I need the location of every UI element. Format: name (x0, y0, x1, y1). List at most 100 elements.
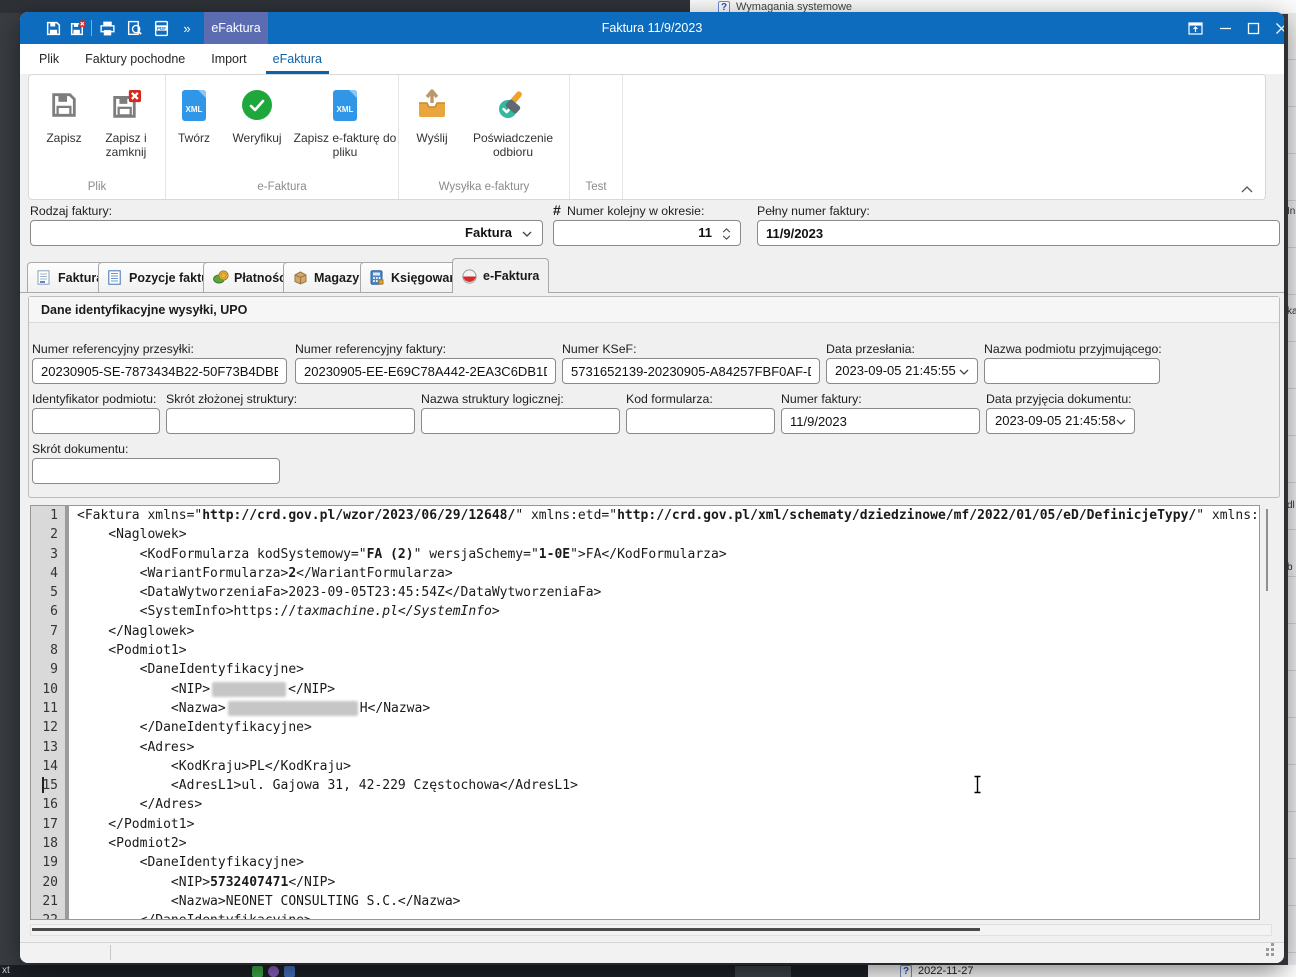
spin-down-icon (722, 235, 731, 240)
upo-panel-header: Dane identyfikacyjne wysyłki, UPO (29, 297, 1279, 323)
vertical-scrollbar-thumb[interactable] (1266, 509, 1268, 591)
zapisz-i-zamknij-button[interactable]: Zapisz i zamknij (93, 85, 159, 159)
numer-ksef-input[interactable] (562, 358, 820, 384)
tab-strip-rule (20, 292, 1284, 293)
code-text[interactable]: </DaneIdentyfikacyjne> (69, 911, 1259, 920)
zapisz-efakture-do-pliku-button[interactable]: XML Zapisz e-fakturę do pliku (293, 85, 397, 159)
chevron-double-icon: » (183, 21, 190, 36)
code-text[interactable]: <Nazwa>H</Nazwa> (69, 699, 1259, 718)
zapisz-button[interactable]: Zapisz (35, 85, 93, 145)
rodzaj-faktury-combobox[interactable]: Faktura (30, 220, 543, 246)
check-circle-icon (240, 87, 274, 123)
code-text[interactable]: <AdresL1>ul. Gajowa 31, 42-229 Częstocho… (69, 776, 1259, 795)
print-preview-button[interactable] (123, 16, 145, 40)
code-text[interactable]: <Podmiot1> (69, 641, 1259, 660)
data-przeslania-label: Data przesłania: (826, 342, 915, 356)
data-przyjecia-label: Data przyjęcia dokumentu: (986, 392, 1132, 406)
code-line: 8 <Podmiot1> (31, 641, 1259, 660)
line-number: 19 (31, 853, 69, 872)
line-number: 18 (31, 834, 69, 853)
code-text[interactable]: <KodFormularza kodSystemowy="FA (2)" wer… (69, 545, 1259, 564)
background-date: 2022-11-27 (918, 965, 973, 977)
code-text[interactable]: <Nazwa>NEONET CONSULTING S.C.</Nazwa> (69, 892, 1259, 911)
code-text[interactable]: <DaneIdentyfikacyjne> (69, 660, 1259, 679)
numer-faktury-input[interactable] (781, 408, 980, 434)
kod-formularza-label: Kod formularza: (626, 392, 713, 406)
xml-file-icon: XML (177, 87, 211, 123)
tab-efaktura[interactable]: e-Faktura (452, 258, 549, 293)
maximize-button[interactable] (1240, 12, 1266, 44)
chevron-down-icon[interactable] (522, 231, 532, 237)
skrot-struktury-input[interactable] (166, 408, 415, 434)
spinner-buttons[interactable] (718, 224, 734, 244)
ref-przesylki-input[interactable] (32, 358, 287, 384)
code-line: 16 </Adres> (31, 795, 1259, 814)
code-text[interactable]: </Naglowek> (69, 622, 1259, 641)
code-text[interactable]: <Faktura xmlns="http://crd.gov.pl/wzor/2… (69, 506, 1259, 525)
code-text[interactable]: <Adres> (69, 738, 1259, 757)
pelny-numer-input[interactable] (757, 220, 1280, 246)
export-pdf-button[interactable]: PDF (150, 16, 172, 40)
code-text[interactable]: <DaneIdentyfikacyjne> (69, 853, 1259, 872)
print-button[interactable] (96, 16, 118, 40)
minimize-button[interactable] (1212, 12, 1238, 44)
menu-tab-efaktura[interactable]: eFaktura (260, 44, 335, 74)
collapse-ribbon-button[interactable] (1241, 186, 1253, 193)
menu-tab-plik[interactable]: Plik (26, 44, 72, 74)
code-line: 4 <WariantFormularza>2</WariantFormularz… (31, 564, 1259, 583)
qat-overflow-button[interactable]: » (176, 16, 198, 40)
code-text[interactable]: </DaneIdentyfikacyjne> (69, 718, 1259, 737)
ref-przesylki-label: Numer referencyjny przesyłki: (32, 342, 194, 356)
code-text[interactable]: <DataWytworzeniaFa>2023-09-05T23:45:54Z<… (69, 583, 1259, 602)
ref-faktury-input[interactable] (295, 358, 556, 384)
weryfikuj-button[interactable]: Weryfikuj (221, 85, 293, 145)
data-przeslania-combobox[interactable]: 2023-09-05 21:45:55 (826, 358, 978, 384)
tworz-button[interactable]: XML Twórz (167, 85, 221, 145)
kod-formularza-input[interactable] (626, 408, 775, 434)
code-text[interactable]: <WariantFormularza>2</WariantFormularza> (69, 564, 1259, 583)
code-line: 9 <DaneIdentyfikacyjne> (31, 660, 1259, 679)
nazwa-podmiotu-input[interactable] (984, 358, 1160, 384)
print-preview-icon (126, 20, 143, 37)
xml-editor[interactable]: 1<Faktura xmlns="http://crd.gov.pl/wzor/… (30, 505, 1260, 920)
save-close-icon (109, 87, 143, 123)
code-line: 12 </DaneIdentyfikacyjne> (31, 718, 1259, 737)
skrot-dokumentu-input[interactable] (32, 458, 280, 484)
data-przyjecia-combobox[interactable]: 2023-09-05 21:45:58 (986, 408, 1135, 434)
taskbar-icon (284, 966, 295, 977)
pdf-icon: PDF (153, 20, 170, 37)
code-text[interactable]: <KodKraju>PL</KodKraju> (69, 757, 1259, 776)
save-button[interactable] (42, 16, 64, 40)
wyslij-button[interactable]: Wyślij (403, 85, 461, 145)
dock-window-button[interactable] (1182, 12, 1208, 44)
line-number: 21 (31, 892, 69, 911)
code-text[interactable]: <SystemInfo>https://taxmachine.pl</Syste… (69, 602, 1259, 621)
code-text[interactable]: </Podmiot1> (69, 815, 1259, 834)
chevron-down-icon[interactable] (959, 369, 969, 375)
context-tab-efaktura[interactable]: eFaktura (204, 12, 268, 44)
code-text[interactable]: <Naglowek> (69, 525, 1259, 544)
menu-tab-import[interactable]: Import (198, 44, 259, 74)
chevron-down-icon[interactable] (1116, 419, 1126, 425)
save-and-close-button[interactable] (66, 16, 88, 40)
numer-kolejny-spinner[interactable]: 11 (553, 220, 741, 246)
code-line: 15 <AdresL1>ul. Gajowa 31, 42-229 Często… (31, 776, 1259, 795)
code-line: 5 <DataWytworzeniaFa>2023-09-05T23:45:54… (31, 583, 1259, 602)
nazwa-struktury-input[interactable] (421, 408, 620, 434)
nazwa-struktury-label: Nazwa struktury logicznej: (421, 392, 564, 406)
background-fragment: dl (1287, 500, 1295, 511)
code-text[interactable]: <NIP>5732407471</NIP> (69, 873, 1259, 892)
poswiadczenie-odbioru-button[interactable]: Poświadczenie odbioru (461, 85, 565, 159)
code-text[interactable]: <Podmiot2> (69, 834, 1259, 853)
menu-tab-faktury-pochodne[interactable]: Faktury pochodne (72, 44, 198, 74)
line-number: 8 (31, 641, 69, 660)
code-line: 2 <Naglowek> (31, 525, 1259, 544)
resize-grip[interactable] (1266, 948, 1269, 951)
line-number: 2 (31, 525, 69, 544)
background-fragment: xt (2, 965, 10, 976)
identyfikator-input[interactable] (32, 408, 160, 434)
code-text[interactable]: </Adres> (69, 795, 1259, 814)
horizontal-scrollbar-thumb[interactable] (32, 928, 980, 931)
code-text[interactable]: <NIP></NIP> (69, 680, 1259, 699)
close-button[interactable] (1268, 12, 1284, 44)
